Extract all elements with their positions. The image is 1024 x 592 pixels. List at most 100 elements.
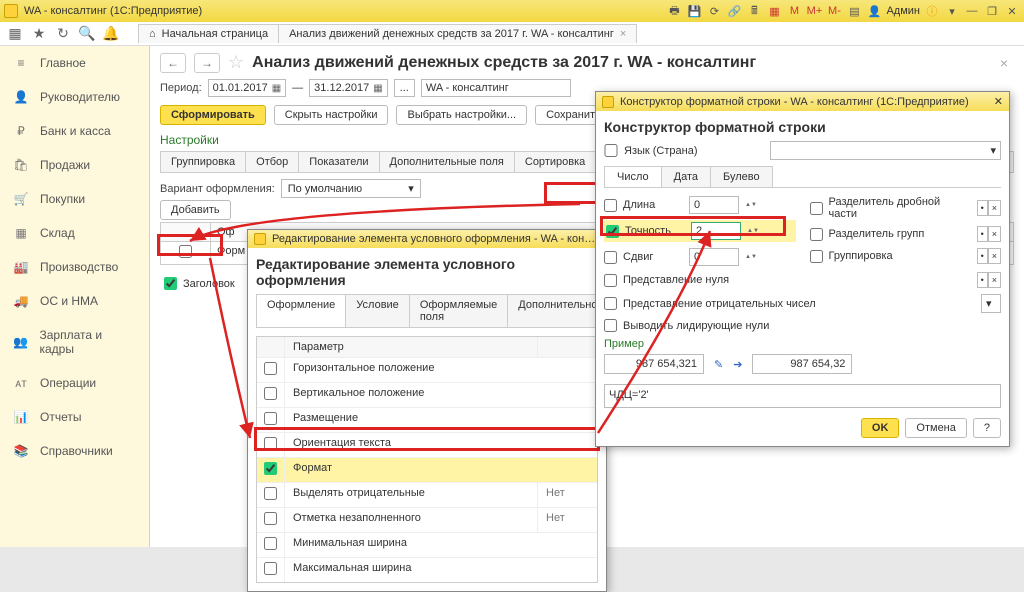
maximize-icon[interactable]: ❐: [984, 3, 1000, 19]
date-from-input[interactable]: 01.01.2017▦: [208, 79, 287, 97]
lang-checkbox[interactable]: [604, 144, 618, 157]
tab-number[interactable]: Число: [604, 166, 662, 187]
sidebar-item-operations[interactable]: ᴀᴛОперации: [0, 366, 149, 400]
sidebar-item-purchases[interactable]: 🛒Покупки: [0, 182, 149, 216]
sidebar-item-main[interactable]: ≡Главное: [0, 46, 149, 80]
add-button[interactable]: Добавить: [160, 200, 231, 220]
bell-icon[interactable]: 🔔: [102, 25, 120, 43]
cancel-button[interactable]: Отмена: [905, 418, 966, 438]
link-icon[interactable]: 🔗: [726, 3, 742, 19]
sidebar-item-assets[interactable]: 🚚ОС и НМА: [0, 284, 149, 318]
param-row[interactable]: Максимальная ширина: [257, 558, 597, 582]
field-actions[interactable]: •×: [977, 200, 1001, 216]
field-actions[interactable]: •×: [977, 226, 1001, 242]
tab-bool[interactable]: Булево: [710, 166, 773, 187]
close-icon[interactable]: ×: [620, 28, 626, 40]
tab-extrafields[interactable]: Дополнительные поля: [380, 152, 515, 172]
help-button[interactable]: ?: [973, 418, 1001, 438]
variant-combo[interactable]: По умолчанию▾: [281, 179, 421, 198]
spinner-icon[interactable]: ▲▼: [745, 202, 759, 208]
shift-checkbox[interactable]: [604, 251, 617, 264]
mminus-icon[interactable]: M-: [826, 3, 842, 19]
sidebar-item-manager[interactable]: 👤Руководителю: [0, 80, 149, 114]
edit-icon[interactable]: ✎: [714, 358, 723, 371]
param-row[interactable]: Ориентация текста: [257, 433, 597, 458]
sidebar-item-salary[interactable]: 👥Зарплата и кадры: [0, 318, 149, 366]
grpsep-checkbox[interactable]: [810, 228, 823, 241]
close-icon[interactable]: ✕: [994, 95, 1003, 108]
period-picker-button[interactable]: ...: [394, 79, 415, 97]
field-actions[interactable]: •×: [977, 248, 1001, 264]
dropdown-icon[interactable]: ▾: [944, 3, 960, 19]
calc-icon[interactable]: 🖩: [746, 3, 762, 19]
info-icon[interactable]: ⓘ: [924, 3, 940, 19]
forward-button[interactable]: →: [194, 53, 220, 73]
sidebar-item-bank[interactable]: ₽Банк и касса: [0, 114, 149, 148]
sidebar-item-production[interactable]: 🏭Производство: [0, 250, 149, 284]
save-icon[interactable]: 💾: [686, 3, 702, 19]
format-code[interactable]: ЧДЦ='2': [604, 384, 1001, 408]
tab-measures[interactable]: Показатели: [299, 152, 379, 172]
tab-date[interactable]: Дата: [661, 166, 711, 187]
subtab-condition[interactable]: Условие: [345, 294, 410, 327]
hide-settings-button[interactable]: Скрыть настройки: [274, 105, 389, 125]
grouping-checkbox[interactable]: [810, 250, 823, 263]
ok-button[interactable]: OK: [861, 418, 900, 438]
spinner-icon[interactable]: ▲▼: [747, 228, 761, 234]
param-row[interactable]: Минимальная ширина: [257, 533, 597, 558]
tab-sort[interactable]: Сортировка: [515, 152, 596, 172]
length-input[interactable]: 0: [689, 196, 739, 214]
lang-combo[interactable]: ▾: [770, 141, 1001, 160]
dialog-titlebar[interactable]: Конструктор форматной строки - WA - конс…: [596, 92, 1009, 111]
sidebar-item-stock[interactable]: ▦Склад: [0, 216, 149, 250]
sidebar-item-reports[interactable]: 📊Отчеты: [0, 400, 149, 434]
search-icon[interactable]: 🔍: [78, 25, 96, 43]
history-icon[interactable]: ↻: [54, 25, 72, 43]
back-button[interactable]: ←: [160, 53, 186, 73]
date-to-input[interactable]: 31.12.2017▦: [309, 79, 388, 97]
grid-icon[interactable]: ▤: [846, 3, 862, 19]
param-row[interactable]: Горизонтальное положение: [257, 358, 597, 383]
calendar-icon[interactable]: ▦: [373, 83, 382, 94]
refresh-icon[interactable]: ⟳: [706, 3, 722, 19]
sidebar-item-refs[interactable]: 📚Справочники: [0, 434, 149, 468]
main-tab-home[interactable]: ⌂ Начальная страница: [138, 24, 279, 43]
field-actions[interactable]: •×: [977, 272, 1001, 288]
precision-input[interactable]: 2: [691, 222, 741, 240]
neg-combo[interactable]: ▾: [981, 294, 1001, 313]
apps-icon[interactable]: ▦: [6, 25, 24, 43]
param-row[interactable]: Отметка незаполненногоНет: [257, 508, 597, 533]
calendar-icon[interactable]: ▦: [272, 83, 281, 94]
minimize-icon[interactable]: —: [964, 3, 980, 19]
choose-settings-button[interactable]: Выбрать настройки...: [396, 105, 527, 125]
dialog-titlebar[interactable]: Редактирование элемента условного оформл…: [248, 230, 606, 248]
close-page-icon[interactable]: ×: [1000, 55, 1014, 71]
close-window-icon[interactable]: ✕: [1004, 3, 1020, 19]
sidebar-item-sales[interactable]: 🛍Продажи: [0, 148, 149, 182]
form-button[interactable]: Сформировать: [160, 105, 266, 125]
star-icon[interactable]: ★: [30, 25, 48, 43]
tab-filter[interactable]: Отбор: [246, 152, 299, 172]
param-row[interactable]: Размещение: [257, 408, 597, 433]
decsep-checkbox[interactable]: [810, 202, 823, 215]
main-tab-report[interactable]: Анализ движений денежных средств за 2017…: [279, 24, 637, 43]
calendar-icon[interactable]: ▦: [766, 3, 782, 19]
m-icon[interactable]: M: [786, 3, 802, 19]
favorite-icon[interactable]: ☆: [228, 52, 244, 73]
org-input[interactable]: WA - консалтинг: [421, 79, 571, 97]
tab-grouping[interactable]: Группировка: [161, 152, 246, 172]
precision-checkbox[interactable]: [606, 225, 619, 238]
neg-checkbox[interactable]: [604, 297, 617, 310]
subtab-extra[interactable]: Дополнительно: [507, 294, 608, 327]
row-checkbox[interactable]: [179, 245, 192, 258]
param-row-format[interactable]: Формат: [257, 458, 597, 483]
leadzero-checkbox[interactable]: [604, 319, 617, 332]
title-checkbox[interactable]: [164, 277, 177, 290]
print-icon[interactable]: 🖶: [666, 3, 682, 19]
zero-checkbox[interactable]: [604, 274, 617, 287]
spinner-icon[interactable]: ▲▼: [745, 254, 759, 260]
length-checkbox[interactable]: [604, 199, 617, 212]
subtab-fields[interactable]: Оформляемые поля: [409, 294, 508, 327]
shift-input[interactable]: 0: [689, 248, 739, 266]
param-row[interactable]: Выделять отрицательныеНет: [257, 483, 597, 508]
